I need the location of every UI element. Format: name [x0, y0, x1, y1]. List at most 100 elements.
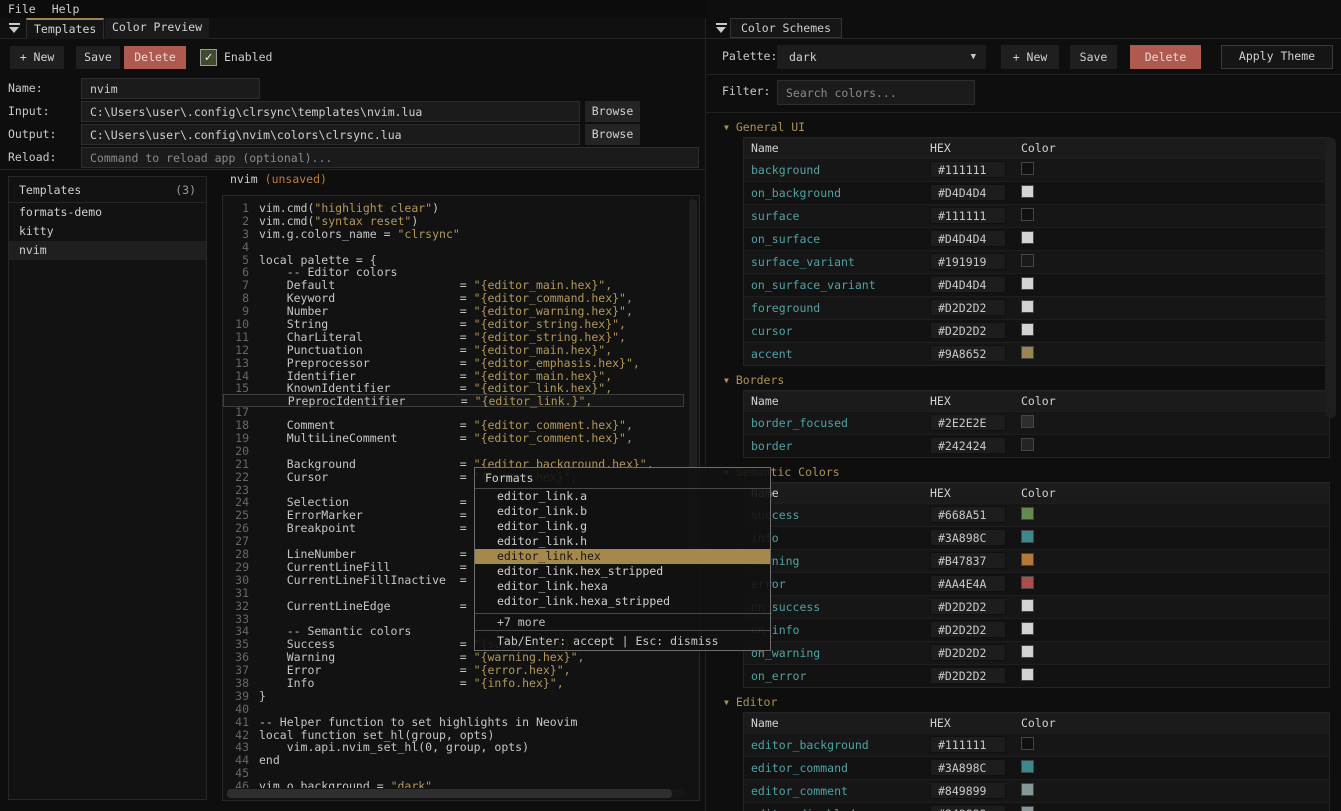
tab-color-preview[interactable]: Color Preview	[105, 18, 209, 39]
popup-item[interactable]: editor_link.g	[475, 519, 770, 534]
collapse-panel-icon[interactable]	[716, 23, 727, 34]
code-line[interactable]: 43 vim.api.nvim_set_hl(0, group, opts)	[223, 741, 689, 754]
code-line[interactable]: 46vim.o.background = "dark"	[223, 780, 689, 788]
color-swatch[interactable]	[1021, 277, 1034, 290]
color-row[interactable]: surface_variant#191919	[744, 250, 1329, 273]
color-swatch[interactable]	[1021, 622, 1034, 635]
popup-item[interactable]: editor_link.hexa_stripped	[475, 594, 770, 609]
color-swatch[interactable]	[1021, 576, 1034, 589]
save-template-button[interactable]: Save	[76, 46, 120, 69]
color-swatch[interactable]	[1021, 346, 1034, 359]
hex-value-input[interactable]: #2E2E2E	[930, 414, 1006, 431]
color-row[interactable]: surface#111111	[744, 204, 1329, 227]
section-header[interactable]: ▼Semantic Colors	[724, 464, 1341, 480]
hex-value-input[interactable]: #242424	[930, 437, 1006, 454]
hex-value-input[interactable]: #D2D2D2	[930, 644, 1006, 661]
color-row[interactable]: editor_comment#849899	[744, 779, 1329, 802]
color-row[interactable]: on_warning#D2D2D2	[744, 641, 1329, 664]
color-row[interactable]: success#668A51	[744, 503, 1329, 526]
color-swatch[interactable]	[1021, 553, 1034, 566]
popup-item[interactable]: editor_link.a	[475, 489, 770, 504]
enabled-checkbox[interactable]: ✓	[200, 49, 217, 66]
code-line[interactable]: 44end	[223, 754, 689, 767]
color-swatch[interactable]	[1021, 162, 1034, 175]
color-swatch[interactable]	[1021, 438, 1034, 451]
color-filter-input[interactable]	[777, 80, 975, 105]
color-row[interactable]: info#3A898C	[744, 526, 1329, 549]
apply-theme-button[interactable]: Apply Theme	[1221, 45, 1333, 69]
color-row[interactable]: background#111111	[744, 158, 1329, 181]
template-list-item[interactable]: nvim	[9, 241, 206, 260]
reload-command-field[interactable]	[81, 147, 699, 168]
color-row[interactable]: border#242424	[744, 434, 1329, 457]
input-browse-button[interactable]: Browse	[585, 101, 640, 122]
color-swatch[interactable]	[1021, 599, 1034, 612]
popup-more-item[interactable]: +7 more	[475, 613, 770, 630]
hex-value-input[interactable]: #D4D4D4	[930, 276, 1006, 293]
tab-color-schemes[interactable]: Color Schemes	[730, 18, 842, 38]
hex-value-input[interactable]: #3A898C	[930, 529, 1006, 546]
hex-value-input[interactable]: #849899	[930, 782, 1006, 799]
color-row[interactable]: on_background#D4D4D4	[744, 181, 1329, 204]
color-swatch[interactable]	[1021, 783, 1034, 796]
section-header[interactable]: ▼General UI	[724, 119, 1341, 135]
color-row[interactable]: on_success#D2D2D2	[744, 595, 1329, 618]
palette-dropdown[interactable]: dark ▼	[777, 45, 986, 69]
color-row[interactable]: border_focused#2E2E2E	[744, 411, 1329, 434]
color-swatch[interactable]	[1021, 760, 1034, 773]
save-palette-button[interactable]: Save	[1070, 45, 1117, 69]
color-row[interactable]: cursor#D2D2D2	[744, 319, 1329, 342]
menu-file[interactable]: File	[0, 0, 44, 18]
hex-value-input[interactable]: #D4D4D4	[930, 230, 1006, 247]
code-line[interactable]: 38 Info = "{info.hex}",	[223, 677, 689, 690]
menu-help[interactable]: Help	[44, 0, 88, 18]
color-swatch[interactable]	[1021, 737, 1034, 750]
code-line[interactable]: 19 MultiLineComment = "{editor_comment.h…	[223, 432, 689, 445]
hex-value-input[interactable]: #D2D2D2	[930, 621, 1006, 638]
code-line[interactable]: 3vim.g.colors_name = "clrsync"	[223, 228, 689, 241]
popup-item[interactable]: editor_link.b	[475, 504, 770, 519]
color-swatch[interactable]	[1021, 645, 1034, 658]
popup-item[interactable]: editor_link.hex_stripped	[475, 564, 770, 579]
hex-value-input[interactable]: #3A898C	[930, 759, 1006, 776]
color-row[interactable]: foreground#D2D2D2	[744, 296, 1329, 319]
code-line[interactable]: 39}	[223, 690, 689, 703]
new-palette-button[interactable]: + New	[1001, 45, 1059, 69]
hex-value-input[interactable]: #D2D2D2	[930, 299, 1006, 316]
hex-value-input[interactable]: #D2D2D2	[930, 598, 1006, 615]
color-row[interactable]: on_surface_variant#D4D4D4	[744, 273, 1329, 296]
hex-value-input[interactable]: #D2D2D2	[930, 667, 1006, 684]
hex-value-input[interactable]: #849899	[930, 805, 1006, 811]
color-row[interactable]: on_surface#D4D4D4	[744, 227, 1329, 250]
tab-templates[interactable]: Templates	[26, 18, 104, 39]
color-swatch[interactable]	[1021, 323, 1034, 336]
color-row[interactable]: on_info#D2D2D2	[744, 618, 1329, 641]
color-swatch[interactable]	[1021, 806, 1034, 811]
color-swatch[interactable]	[1021, 300, 1034, 313]
hex-value-input[interactable]: #111111	[930, 161, 1006, 178]
new-template-button[interactable]: + New	[10, 46, 64, 69]
section-header[interactable]: ▼Editor	[724, 694, 1341, 710]
name-input[interactable]	[81, 78, 260, 99]
popup-item-selected[interactable]: editor_link.hex	[475, 549, 770, 564]
color-swatch[interactable]	[1021, 530, 1034, 543]
editor-horizontal-scrollbar[interactable]	[226, 789, 685, 798]
hex-value-input[interactable]: #B47837	[930, 552, 1006, 569]
output-browse-button[interactable]: Browse	[585, 124, 640, 145]
color-row[interactable]: warning#B47837	[744, 549, 1329, 572]
color-swatch[interactable]	[1021, 208, 1034, 221]
color-row[interactable]: editor_disabled#849899	[744, 802, 1329, 811]
color-row[interactable]: editor_background#111111	[744, 733, 1329, 756]
hex-value-input[interactable]: #668A51	[930, 506, 1006, 523]
hex-value-input[interactable]: #191919	[930, 253, 1006, 270]
color-swatch[interactable]	[1021, 668, 1034, 681]
color-row[interactable]: error#AA4E4A	[744, 572, 1329, 595]
hex-value-input[interactable]: #D4D4D4	[930, 184, 1006, 201]
color-swatch[interactable]	[1021, 415, 1034, 428]
output-path-field[interactable]	[81, 124, 580, 145]
color-row[interactable]: editor_command#3A898C	[744, 756, 1329, 779]
color-swatch[interactable]	[1021, 185, 1034, 198]
color-swatch[interactable]	[1021, 507, 1034, 520]
color-row[interactable]: accent#9A8652	[744, 342, 1329, 365]
hex-value-input[interactable]: #AA4E4A	[930, 575, 1006, 592]
